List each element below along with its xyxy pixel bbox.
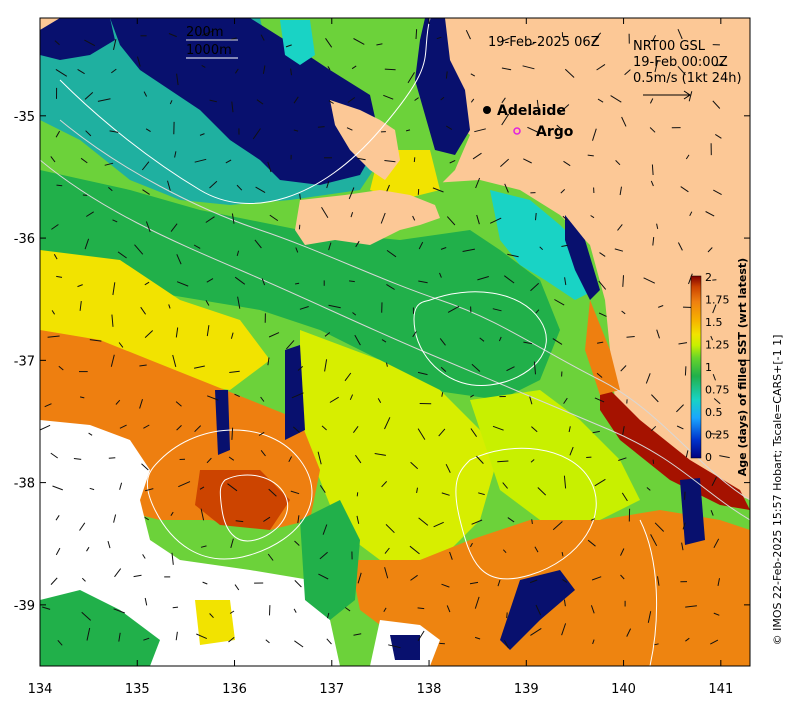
y-tick-label: -36 [14,232,35,247]
y-tick-label: -37 [14,354,35,369]
colorbar-scale [691,276,701,458]
navy-spot-4 [390,635,420,660]
yellow-spot-sw [195,600,235,645]
current-vector [532,519,533,524]
x-tick-label: 137 [319,682,344,697]
x-tick-label: 138 [417,682,442,697]
adelaide-label: Adelaide [497,103,566,119]
x-tick-label: 136 [222,682,247,697]
current-vector [414,157,415,162]
colorbar-label: Age (days) of filled SST (wrt latest) [736,258,749,476]
colorbar-tick-label: 0.75 [705,384,730,397]
current-vector [109,458,116,459]
x-tick-label: 140 [611,682,636,697]
y-tick-label: -38 [14,477,35,492]
product-time: 19-Feb 00:00Z [633,55,728,70]
current-vector [173,607,178,608]
colorbar-tick-label: 1.5 [705,316,723,329]
x-tick-label: 141 [708,682,733,697]
y-tick-label: -35 [14,110,35,125]
current-vector [300,194,301,200]
product-label: NRT00 GSL [633,39,706,54]
map-canvas [40,18,750,666]
current-vector [318,127,325,128]
current-vector [232,428,233,440]
current-vector [349,281,355,282]
adelaide-marker [483,106,491,114]
y-tick-label: -39 [14,599,35,614]
current-vector [416,29,417,39]
credit-text: © IMOS 22-Feb-2025 15:57 Hobart; Tscale=… [771,335,784,646]
current-vector [623,275,624,287]
colorbar-tick-label: 1.75 [705,294,730,307]
colorbar-tick-label: 0.5 [705,406,723,419]
current-vector [653,460,654,464]
current-vector [385,69,396,70]
colorbar-tick-label: 2 [705,271,712,284]
current-vector [497,461,508,462]
current-vector [652,165,653,176]
x-tick-label: 134 [28,682,53,697]
colorbar-tick-label: 1 [705,361,712,374]
current-vector [57,185,63,186]
colorbar-tick-label: 0 [705,451,712,464]
current-vector [357,492,358,496]
argo-label: Argo [536,124,574,140]
current-vector [418,608,425,609]
contour-legend-1000m: 1000m [186,43,232,58]
contour-legend-200m: 200m [186,25,223,40]
sst-age-map: 134 135 136 137 138 139 140 141 -35 -36 -37 -38 -39… [0,0,792,700]
map-title: 19-Feb-2025 06Z [488,35,600,50]
current-vector [536,213,537,220]
current-vector [627,337,635,338]
colorbar-tick-label: 1.25 [705,339,730,352]
x-tick-label: 139 [514,682,539,697]
x-tick-label: 135 [125,682,150,697]
colorbar-tick-label: 0.25 [705,429,730,442]
current-vector [507,612,508,618]
current-vector [685,366,686,375]
vector-scale-label: 0.5m/s (1kt 24h) [633,71,742,86]
